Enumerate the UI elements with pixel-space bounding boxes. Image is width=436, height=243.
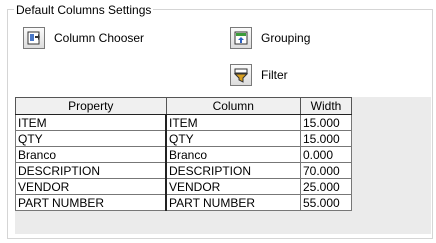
column-chooser-icon [23, 27, 45, 49]
cell-property[interactable]: Branco [15, 146, 167, 163]
cell-column[interactable]: ITEM [165, 114, 301, 131]
table-row[interactable]: VENDOR VENDOR 25.000 [15, 178, 352, 195]
cell-column[interactable]: Branco [165, 146, 301, 163]
cell-width[interactable]: 25.000 [300, 178, 352, 195]
grouping-icon [230, 27, 252, 49]
grouping-label: Grouping [261, 31, 311, 45]
cell-column[interactable]: VENDOR [165, 178, 301, 195]
grouping-button[interactable]: Grouping [230, 27, 310, 49]
cell-width[interactable]: 70.000 [300, 162, 352, 179]
filter-button[interactable]: Filter [230, 64, 288, 86]
cell-width[interactable]: 55.000 [300, 194, 352, 211]
column-chooser-label: Column Chooser [54, 31, 145, 45]
cell-property[interactable]: QTY [15, 130, 167, 147]
cell-column[interactable]: QTY [165, 130, 301, 147]
column-chooser-button[interactable]: Column Chooser [23, 27, 144, 49]
cell-column[interactable]: DESCRIPTION [165, 162, 301, 179]
header-width[interactable]: Width [300, 97, 352, 115]
table-row[interactable]: QTY QTY 15.000 [15, 130, 352, 147]
cell-width[interactable]: 15.000 [300, 114, 352, 131]
filter-label: Filter [261, 68, 288, 82]
cell-column[interactable]: PART NUMBER [165, 194, 301, 211]
cell-width[interactable]: 15.000 [300, 130, 352, 147]
cell-property[interactable]: ITEM [15, 114, 167, 131]
cell-property[interactable]: DESCRIPTION [15, 162, 167, 179]
header-property[interactable]: Property [15, 97, 167, 115]
table-row[interactable]: DESCRIPTION DESCRIPTION 70.000 [15, 162, 352, 179]
table-row[interactable]: PART NUMBER PART NUMBER 55.000 [15, 194, 352, 211]
group-title: Default Columns Settings [14, 3, 154, 17]
cell-width[interactable]: 0.000 [300, 146, 352, 163]
header-column[interactable]: Column [165, 97, 301, 115]
cell-property[interactable]: PART NUMBER [15, 194, 167, 211]
columns-grid: Property Column Width ITEM ITEM 15.000 Q… [15, 97, 352, 211]
table-row[interactable]: Branco Branco 0.000 [15, 146, 352, 163]
table-row[interactable]: ITEM ITEM 15.000 [15, 114, 352, 131]
filter-icon [230, 64, 252, 86]
cell-property[interactable]: VENDOR [15, 178, 167, 195]
grid-header-row: Property Column Width [15, 97, 352, 115]
